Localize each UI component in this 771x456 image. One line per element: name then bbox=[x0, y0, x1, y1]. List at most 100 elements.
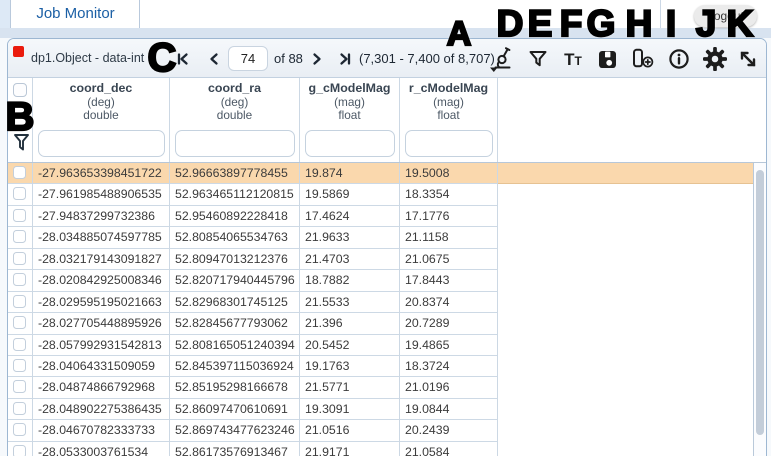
row-checkbox[interactable] bbox=[13, 230, 26, 243]
settings-gear-icon bbox=[703, 47, 727, 71]
table-cell: 19.1763 bbox=[300, 356, 400, 377]
table-row[interactable]: -28.03488507459778552.8085406553476321.9… bbox=[8, 227, 753, 248]
table-cell: 19.4865 bbox=[400, 335, 498, 356]
row-filler bbox=[498, 356, 753, 377]
filter-input-coord_dec[interactable] bbox=[38, 130, 165, 157]
row-checkbox[interactable] bbox=[13, 359, 26, 372]
vertical-scrollbar[interactable] bbox=[753, 163, 766, 456]
analyze-microscope-button[interactable] bbox=[487, 46, 515, 72]
row-checkbox[interactable] bbox=[13, 423, 26, 436]
column-name: coord_ra bbox=[170, 82, 299, 96]
table-cell: 21.5533 bbox=[300, 292, 400, 313]
last-page-button[interactable] bbox=[338, 39, 352, 78]
row-checkbox[interactable] bbox=[13, 338, 26, 351]
text-view-button[interactable]: TT bbox=[559, 46, 587, 72]
filter-input-g_cModelMag[interactable] bbox=[305, 130, 395, 157]
row-checkbox-cell bbox=[8, 420, 33, 441]
table-row[interactable]: -28.04890227538643552.8609747061069119.3… bbox=[8, 399, 753, 420]
table-row[interactable]: -28.0487486679296852.8519529816667821.57… bbox=[8, 377, 753, 398]
column-header-r_cModelMag[interactable]: r_cModelMag(mag)float bbox=[400, 78, 498, 162]
table-cell: 21.396 bbox=[300, 313, 400, 334]
next-page-button[interactable] bbox=[311, 39, 323, 78]
page-of-label: of 88 bbox=[274, 39, 303, 78]
select-all-checkbox[interactable] bbox=[13, 83, 27, 97]
header-filler bbox=[498, 78, 766, 162]
table-row[interactable]: -28.0406433150905952.84539711503692419.1… bbox=[8, 356, 753, 377]
column-header-g_cModelMag[interactable]: g_cModelMag(mag)float bbox=[300, 78, 400, 162]
row-checkbox-cell bbox=[8, 292, 33, 313]
table-row[interactable]: -28.02959519502166352.8296830174512521.5… bbox=[8, 292, 753, 313]
row-checkbox[interactable] bbox=[13, 166, 26, 179]
filter-input-coord_ra[interactable] bbox=[175, 130, 295, 157]
row-filler bbox=[498, 442, 753, 456]
row-checkbox-cell bbox=[8, 163, 33, 184]
table-row[interactable]: -28.053300376153452.8617357691346721.917… bbox=[8, 442, 753, 456]
row-checkbox-cell bbox=[8, 399, 33, 420]
table-row[interactable]: -28.03217914309182752.8094701321237621.4… bbox=[8, 249, 753, 270]
table-cell: -28.057992931542813 bbox=[33, 335, 170, 356]
column-name: coord_dec bbox=[33, 82, 169, 96]
table-cell: -28.04670782333733 bbox=[33, 420, 170, 441]
row-checkbox[interactable] bbox=[13, 252, 26, 265]
column-header-coord_ra[interactable]: coord_ra(deg)double bbox=[170, 78, 300, 162]
table-cell: 52.845397115036924 bbox=[170, 356, 300, 377]
table-cell: 20.8374 bbox=[400, 292, 498, 313]
row-checkbox[interactable] bbox=[13, 187, 26, 200]
row-filler bbox=[498, 420, 753, 441]
row-filler bbox=[498, 399, 753, 420]
column-unit: (mag) bbox=[300, 96, 399, 110]
table-row[interactable]: -28.05799293154281352.80816505124039420.… bbox=[8, 335, 753, 356]
row-checkbox[interactable] bbox=[13, 295, 26, 308]
filter-icon bbox=[527, 48, 549, 70]
table-cell: 52.82968301745125 bbox=[170, 292, 300, 313]
row-checkbox[interactable] bbox=[13, 380, 26, 393]
save-button[interactable] bbox=[593, 46, 621, 72]
add-column-button[interactable] bbox=[629, 46, 657, 72]
column-type: float bbox=[300, 109, 399, 123]
row-checkbox[interactable] bbox=[13, 273, 26, 286]
row-filler bbox=[498, 227, 753, 248]
table-cell: 19.3091 bbox=[300, 399, 400, 420]
table-cell: 52.95460892228418 bbox=[170, 206, 300, 227]
chevron-left-icon bbox=[208, 52, 220, 66]
table-row[interactable]: -27.96198548890653552.96346511212081519.… bbox=[8, 184, 753, 205]
table-row[interactable]: -28.0467078233373352.86974347762324621.0… bbox=[8, 420, 753, 441]
row-range-label: (7,301 - 7,400 of 8,707) bbox=[359, 39, 495, 78]
row-checkbox[interactable] bbox=[13, 209, 26, 222]
table-row[interactable]: -27.9483729973238652.9546089222841817.46… bbox=[8, 206, 753, 227]
clear-filter-button[interactable] bbox=[13, 133, 30, 157]
column-name: g_cModelMag bbox=[300, 82, 399, 96]
table-cell: 21.0196 bbox=[400, 377, 498, 398]
header-strip bbox=[0, 28, 771, 38]
prev-page-button[interactable] bbox=[208, 39, 220, 78]
filter-button[interactable] bbox=[524, 46, 552, 72]
row-checkbox[interactable] bbox=[13, 445, 26, 456]
table-cell: 52.869743477623246 bbox=[170, 420, 300, 441]
settings-button[interactable] bbox=[701, 46, 729, 72]
page-number-input[interactable] bbox=[228, 46, 268, 71]
expand-button[interactable] bbox=[734, 46, 762, 72]
table-cell: 17.1776 bbox=[400, 206, 498, 227]
row-checkbox[interactable] bbox=[13, 402, 26, 415]
row-checkbox[interactable] bbox=[13, 316, 26, 329]
column-unit: (deg) bbox=[33, 96, 169, 110]
table-cell: -28.027705448895926 bbox=[33, 313, 170, 334]
table-cell: 21.9171 bbox=[300, 442, 400, 456]
column-unit: (mag) bbox=[400, 96, 497, 110]
filter-input-r_cModelMag[interactable] bbox=[405, 130, 493, 157]
column-type: float bbox=[400, 109, 497, 123]
table-cell: 17.4624 bbox=[300, 206, 400, 227]
logout-button[interactable]: Logout bbox=[694, 5, 757, 27]
table-row[interactable]: -28.02084292500834652.82071794044579618.… bbox=[8, 270, 753, 291]
table-cell: 52.85195298166678 bbox=[170, 377, 300, 398]
row-checkbox-cell bbox=[8, 356, 33, 377]
scrollbar-thumb[interactable] bbox=[756, 170, 764, 435]
column-header-coord_dec[interactable]: coord_dec(deg)double bbox=[33, 78, 170, 162]
table-row[interactable]: -28.02770544889592652.8284567779306221.3… bbox=[8, 313, 753, 334]
info-button[interactable] bbox=[665, 46, 693, 72]
first-page-button[interactable] bbox=[176, 39, 190, 78]
table-cell: 19.874 bbox=[300, 163, 400, 184]
table-row[interactable]: -27.96365339845172252.9666389777845519.8… bbox=[8, 163, 753, 184]
tab-job-monitor[interactable]: Job Monitor bbox=[12, 0, 140, 28]
row-checkbox-cell bbox=[8, 270, 33, 291]
